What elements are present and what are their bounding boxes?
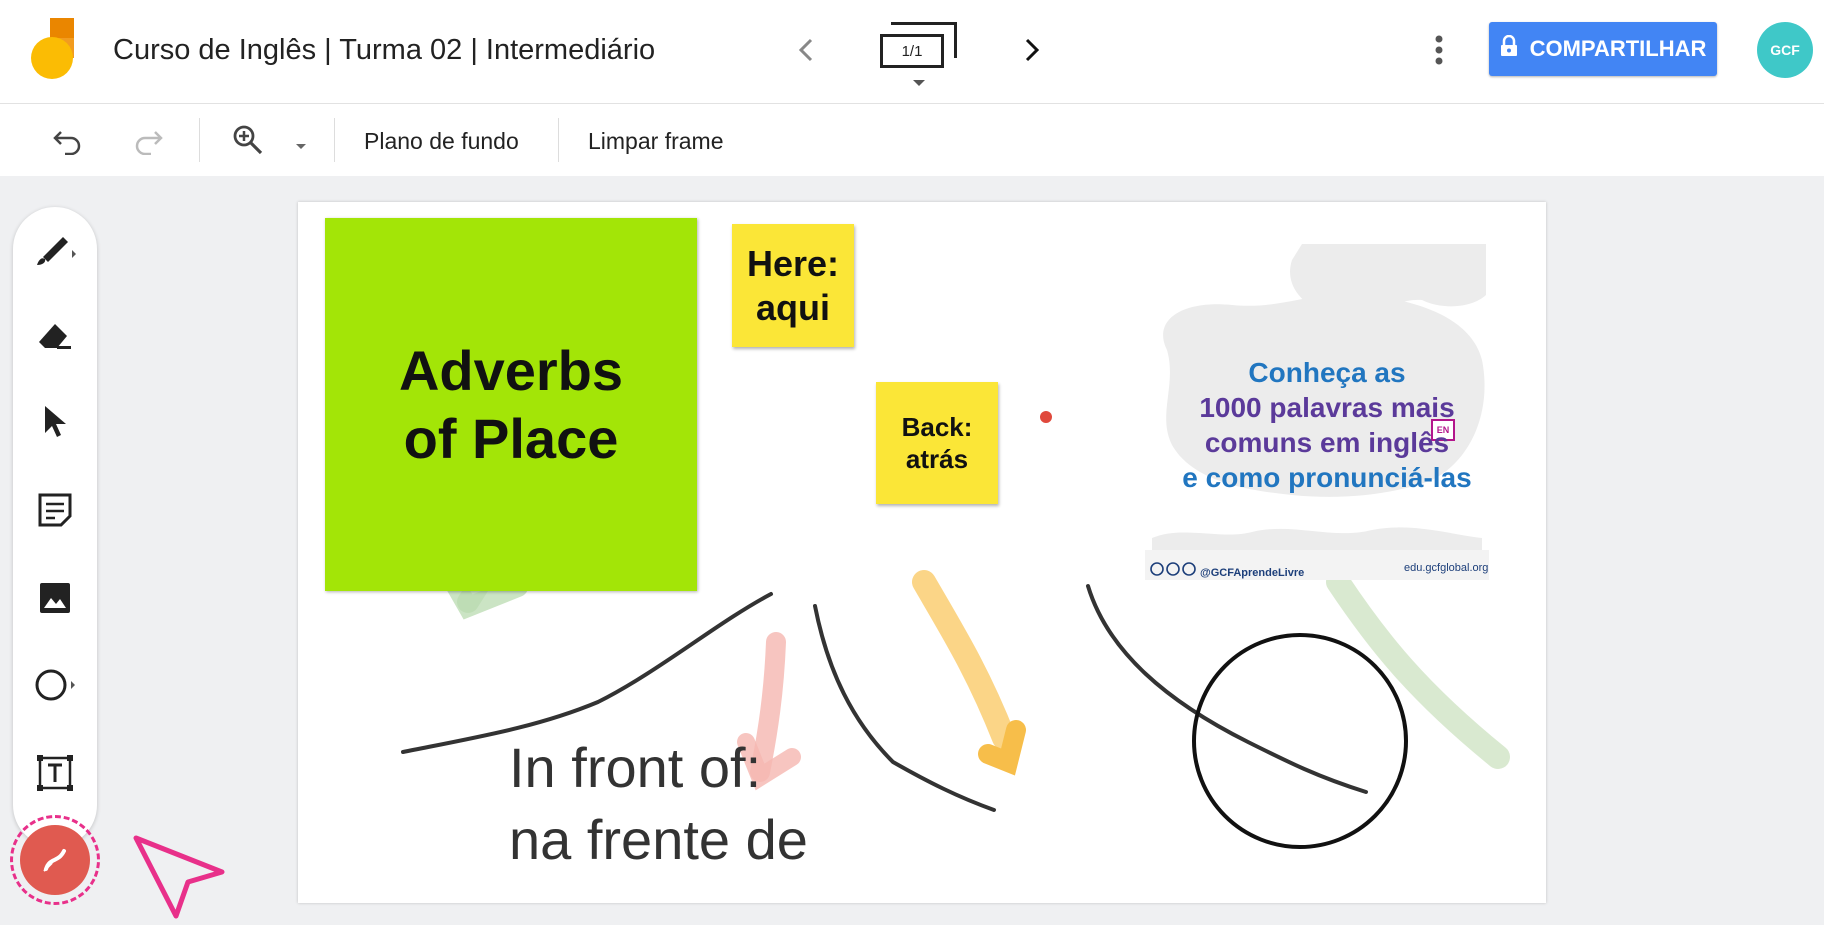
sticky-note-text: Adverbs of Place <box>398 338 624 470</box>
clear-frame-button[interactable]: Limpar frame <box>588 128 723 155</box>
frame-counter[interactable]: 1/1 <box>880 34 944 68</box>
sticky-note-icon[interactable] <box>22 477 88 543</box>
sticky-note-back[interactable]: Back: atrás <box>876 382 998 504</box>
circle-icon[interactable] <box>22 652 88 718</box>
image-icon[interactable] <box>22 565 88 631</box>
document-title[interactable]: Curso de Inglês | Turma 02 | Intermediár… <box>113 34 655 67</box>
chevron-right-icon[interactable] <box>1014 30 1050 70</box>
sticky-note-text: Here: aqui <box>746 242 840 328</box>
pointer-cursor-icon <box>132 834 228 920</box>
sticky-note-text: Back: atrás <box>901 412 973 474</box>
toolbar <box>0 104 1824 176</box>
laser-button[interactable] <box>10 815 100 905</box>
handwritten-line: na frente de <box>509 808 808 871</box>
share-button[interactable]: COMPARTILHAR <box>1489 22 1717 76</box>
redo-icon[interactable] <box>128 122 168 162</box>
chevron-left-icon[interactable] <box>788 30 824 70</box>
toolbar-divider <box>558 118 559 162</box>
sticky-note-here[interactable]: Here: aqui <box>732 224 854 347</box>
social-icons <box>1150 562 1196 579</box>
dropdown-arrow-icon[interactable] <box>295 138 307 149</box>
promo-line: 1000 palavras mais <box>1199 392 1455 423</box>
promo-url: edu.gcfglobal.org <box>1404 562 1489 574</box>
promo-line: Conheça as <box>1248 357 1406 388</box>
zoom-in-icon[interactable] <box>228 120 268 160</box>
handwritten-line: In front of: <box>509 736 762 799</box>
share-label: COMPARTILHAR <box>1529 36 1707 61</box>
more-vert-icon[interactable] <box>1424 28 1454 72</box>
avatar[interactable]: GCF <box>1757 22 1813 78</box>
eraser-icon[interactable] <box>22 303 88 369</box>
promo-line: e como pronunciá-las <box>1182 462 1472 493</box>
handwritten-text[interactable]: In front of: na frente de <box>509 732 808 876</box>
background-button[interactable]: Plano de fundo <box>364 128 519 155</box>
frames-dropdown-icon[interactable] <box>912 74 926 86</box>
pen-icon[interactable] <box>22 216 88 282</box>
promo-image[interactable]: Conheça as 1000 palavras mais comuns em … <box>1142 240 1492 590</box>
lock-icon <box>1500 34 1518 63</box>
social-handle-text: @GCFAprendeLivre <box>1200 567 1305 579</box>
jam-canvas[interactable]: Adverbs of Place Here: aqui Back: atrás In … <box>298 202 1546 903</box>
select-icon[interactable] <box>22 389 88 455</box>
toolbar-divider <box>334 118 335 162</box>
text-box-icon[interactable] <box>22 740 88 806</box>
toolbar-divider <box>199 118 200 162</box>
flag-badge: EN <box>1436 425 1450 435</box>
laser-icon <box>20 825 90 895</box>
undo-icon[interactable] <box>48 122 88 162</box>
social-handle: @GCFAprendeLivre <box>1150 562 1304 579</box>
jamboard-logo-icon[interactable] <box>30 18 76 80</box>
sticky-note-adverbs[interactable]: Adverbs of Place <box>325 218 697 591</box>
